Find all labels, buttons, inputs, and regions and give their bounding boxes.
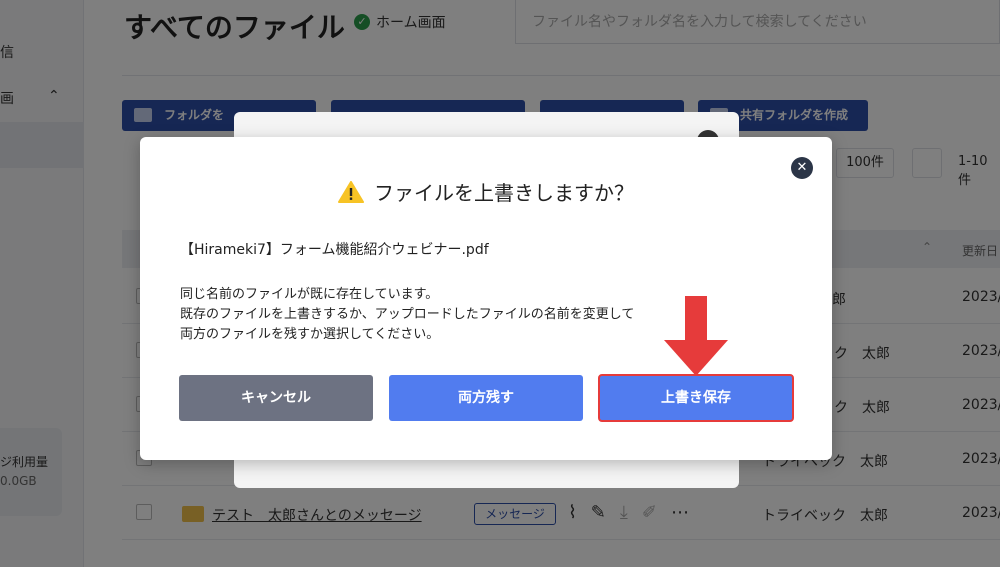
- dialog-message-line: 既存のファイルを上書きするか、アップロードしたファイルの名前を変更して: [180, 307, 635, 322]
- overwrite-save-button[interactable]: 上書き保存: [598, 374, 794, 422]
- file-name: 【Hirameki7】フォーム機能紹介ウェビナー.pdf: [180, 242, 489, 258]
- warning-icon: [338, 181, 364, 203]
- overwrite-confirm-dialog: ✕ ファイルを上書きしますか？ 【Hirameki7】フォーム機能紹介ウェビナー…: [140, 137, 832, 460]
- keep-both-button[interactable]: 両方残す: [389, 375, 583, 421]
- close-icon[interactable]: ✕: [791, 157, 813, 179]
- dialog-message: 同じ名前のファイルが既に存在しています。 既存のファイルを上書きするか、アップロ…: [180, 285, 634, 345]
- dialog-title-text: ファイルを上書きしますか？: [374, 181, 634, 205]
- down-arrow-annotation-icon: [664, 296, 728, 376]
- dialog-title: ファイルを上書きしますか？: [140, 177, 832, 206]
- cancel-button[interactable]: キャンセル: [179, 375, 373, 421]
- dialog-message-line: 同じ名前のファイルが既に存在しています。: [180, 287, 439, 302]
- dialog-message-line: 両方のファイルを残すか選択してください。: [180, 327, 440, 342]
